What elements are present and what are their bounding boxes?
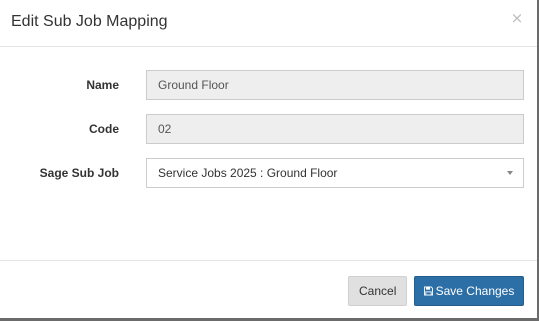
close-icon[interactable]: × bbox=[510, 9, 524, 27]
modal-title: Edit Sub Job Mapping bbox=[11, 13, 168, 30]
code-label: Code bbox=[89, 122, 119, 136]
cancel-button[interactable]: Cancel bbox=[348, 276, 407, 306]
save-changes-label: Save Changes bbox=[435, 284, 515, 298]
sage-sub-job-selected-value: Service Jobs 2025 : Ground Floor bbox=[158, 166, 338, 180]
edit-sub-job-mapping-modal: Edit Sub Job Mapping × Name Code Sage Su… bbox=[0, 0, 539, 321]
caret-down-icon bbox=[507, 171, 513, 175]
floppy-disk-icon bbox=[423, 286, 433, 296]
code-input[interactable] bbox=[146, 114, 524, 144]
sage-sub-job-select[interactable]: Service Jobs 2025 : Ground Floor bbox=[146, 158, 524, 188]
form-row-name: Name bbox=[0, 70, 537, 100]
save-changes-button[interactable]: Save Changes bbox=[414, 276, 524, 306]
modal-footer: Cancel Save Changes bbox=[0, 260, 537, 319]
sage-sub-job-label: Sage Sub Job bbox=[39, 166, 119, 180]
name-label: Name bbox=[86, 78, 119, 92]
modal-header: Edit Sub Job Mapping × bbox=[0, 0, 537, 47]
name-input[interactable] bbox=[146, 70, 524, 100]
form-row-code: Code bbox=[0, 114, 537, 144]
form-row-sage-sub-job: Sage Sub Job Service Jobs 2025 : Ground … bbox=[0, 158, 537, 188]
